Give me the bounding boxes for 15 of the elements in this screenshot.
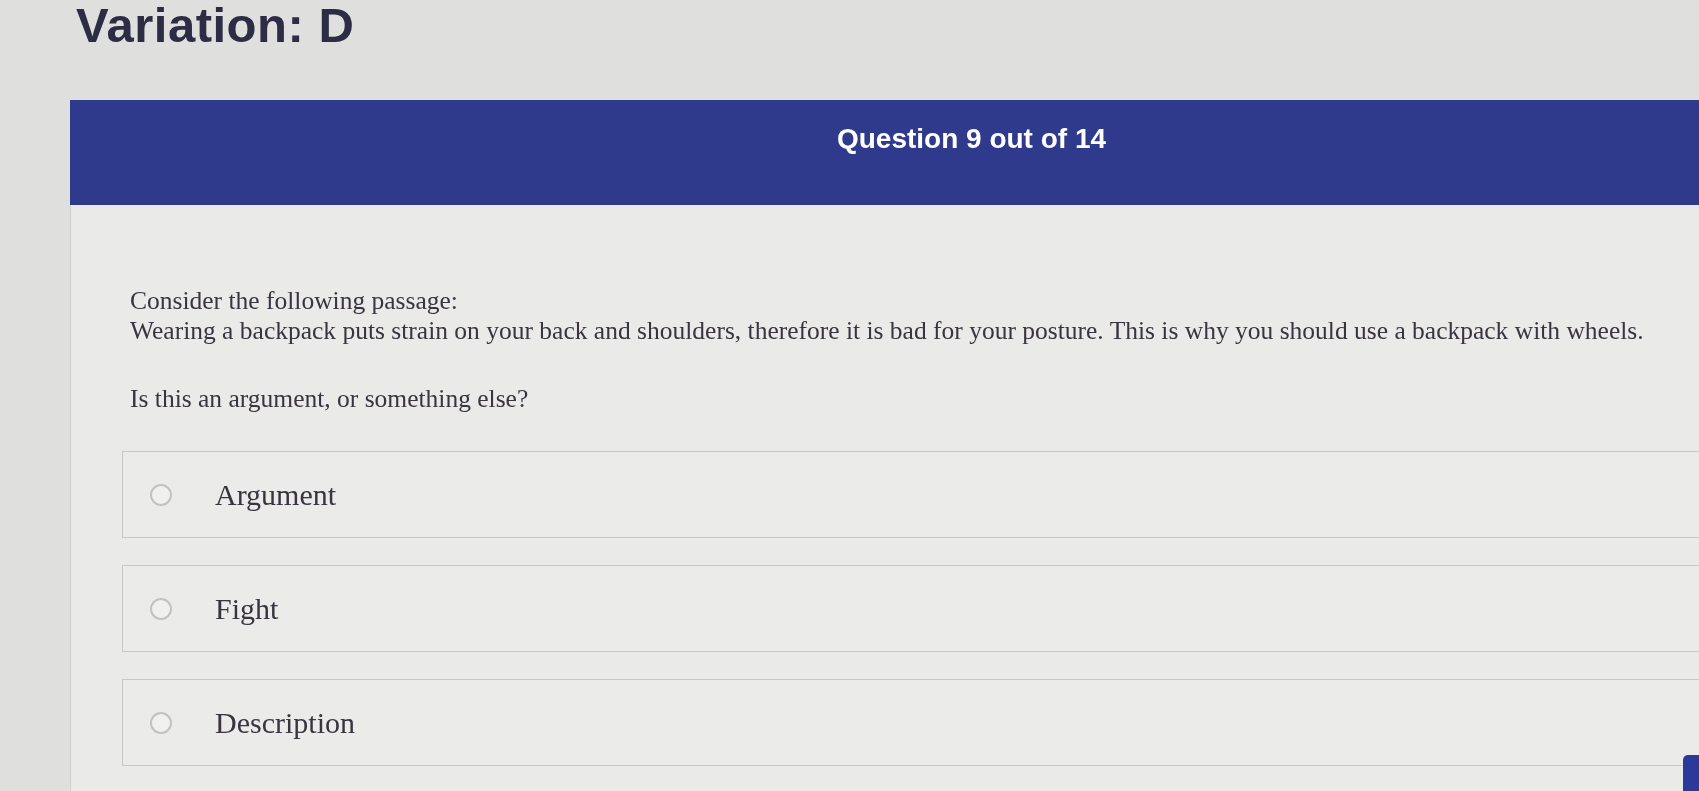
page-title: Variation: D	[76, 0, 355, 50]
answer-option[interactable]: Description	[122, 679, 1699, 766]
radio-button[interactable]	[150, 483, 172, 506]
answer-option[interactable]: Fight	[122, 565, 1699, 652]
option-label: Fight	[215, 590, 279, 627]
question-counter: Question 9 out of 14	[836, 122, 1107, 156]
option-label: Argument	[215, 476, 337, 513]
option-label: Description	[215, 704, 355, 741]
question-prompt: Is this an argument, or something else?	[129, 385, 529, 413]
radio-button[interactable]	[150, 711, 172, 734]
passage-text: Wearing a backpack puts strain on your back and shoulders, therefore it is bad for your posture. This is why you should use a backpack with wheels.	[129, 317, 1644, 345]
radio-button[interactable]	[150, 597, 172, 620]
cut-off-button[interactable]	[1683, 755, 1699, 791]
answer-option[interactable]: Argument	[122, 451, 1699, 538]
intro-text: Consider the following passage:	[129, 287, 458, 315]
